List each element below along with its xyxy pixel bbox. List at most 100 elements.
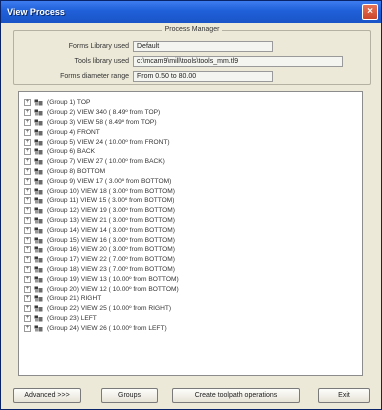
diameter-range-row: Forms diameter range From 0.50 to 80.00 [14,71,273,82]
expand-icon[interactable]: + [24,236,31,244]
tree-item[interactable]: + (Group 24) VIEW 26 ( 10.00º from LEFT) [24,323,362,333]
tree-item-label: (Group 5) VIEW 24 ( 10.00º from FRONT) [47,138,170,146]
tree-item[interactable]: + (Group 13) VIEW 21 ( 3.00º from BOTTOM) [24,216,362,226]
tree-item-label: (Group 13) VIEW 21 ( 3.00º from BOTTOM) [47,216,175,224]
expand-icon[interactable]: + [24,246,31,254]
tree-item[interactable]: + (Group 2) VIEW 340 ( 8.49º from TOP) [24,108,362,118]
tree-item[interactable]: + (Group 23) LEFT [24,314,362,324]
tree-item-label: (Group 15) VIEW 16 ( 3.00º from BOTTOM) [47,236,175,244]
tree-item-label: (Group 8) BOTTOM [47,167,106,175]
expand-icon[interactable]: + [24,207,31,215]
tree-item[interactable]: + (Group 19) VIEW 13 ( 10.00º from BOTTOM… [24,274,362,284]
expand-icon[interactable]: + [24,167,31,175]
expand-icon[interactable]: + [24,158,31,166]
tools-library-field: c:\mcam9\mill\tools\tools_mm.tl9 [133,56,343,67]
forms-library-label: Forms Library used [68,43,129,50]
tree-item[interactable]: + (Group 22) VIEW 25 ( 10.00º from RIGHT) [24,304,362,314]
tree-item[interactable]: + (Group 12) VIEW 19 ( 3.00º from BOTTOM) [24,206,362,216]
tree-item[interactable]: + (Group 9) VIEW 17 ( 3.00º from BOTTOM) [24,176,362,186]
operation-group-icon [34,256,43,263]
tree-item-label: (Group 9) VIEW 17 ( 3.00º from BOTTOM) [47,177,172,185]
tree-item-label: (Group 24) VIEW 26 ( 10.00º from LEFT) [47,324,167,332]
exit-button[interactable]: Exit [318,388,370,403]
process-manager-legend: Process Manager [14,26,370,33]
expand-icon[interactable]: + [24,138,31,146]
expand-icon[interactable]: + [24,216,31,224]
tree-item-label: (Group 12) VIEW 19 ( 3.00º from BOTTOM) [47,207,175,215]
tree-item[interactable]: + (Group 20) VIEW 12 ( 10.00º from BOTTOM… [24,284,362,294]
tree-item[interactable]: + (Group 16) VIEW 20 ( 3.00º from BOTTOM) [24,245,362,255]
tree-item-label: (Group 22) VIEW 25 ( 10.00º from RIGHT) [47,305,172,313]
operation-group-icon [34,207,43,214]
operation-group-icon [34,197,43,204]
operation-group-icon [34,246,43,253]
operation-group-icon [34,217,43,224]
group-tree[interactable]: + (Group 1) TOP + (Group 2) VIEW 340 ( 8.49… [18,91,363,376]
operation-group-icon [34,315,43,322]
tree-item[interactable]: + (Group 18) VIEW 23 ( 7.00º from BOTTOM) [24,265,362,275]
operation-group-icon [34,276,43,283]
tree-item[interactable]: + (Group 5) VIEW 24 ( 10.00º from FRONT) [24,137,362,147]
operation-group-icon [34,305,43,312]
operation-group-icon [34,99,43,106]
operation-group-icon [34,286,43,293]
advanced-button[interactable]: Advanced >>> [13,388,81,403]
expand-icon[interactable]: + [24,99,31,107]
operation-group-icon [34,119,43,126]
expand-icon[interactable]: + [24,275,31,283]
expand-icon[interactable]: + [24,177,31,185]
operation-group-icon [34,325,43,332]
title-bar[interactable]: View Process × [1,1,381,23]
tree-item[interactable]: + (Group 1) TOP [24,98,362,108]
expand-icon[interactable]: + [24,118,31,126]
operation-group-icon [34,237,43,244]
expand-icon[interactable]: + [24,148,31,156]
expand-icon[interactable]: + [24,109,31,117]
expand-icon[interactable]: + [24,187,31,195]
expand-icon[interactable]: + [24,305,31,313]
tree-item-label: (Group 11) VIEW 15 ( 3.00º from BOTTOM) [47,197,175,205]
groups-button[interactable]: Groups [101,388,158,403]
tree-item-label: (Group 14) VIEW 14 ( 3.00º from BOTTOM) [47,226,175,234]
tree-item[interactable]: + (Group 15) VIEW 16 ( 3.00º from BOTTOM) [24,235,362,245]
forms-library-row: Forms Library used Default [14,41,273,52]
tree-item-label: (Group 16) VIEW 20 ( 3.00º from BOTTOM) [47,246,175,254]
operation-group-icon [34,295,43,302]
expand-icon[interactable]: + [24,314,31,322]
operation-group-icon [34,109,43,116]
operation-group-icon [34,227,43,234]
tree-item[interactable]: + (Group 3) VIEW 58 ( 8.49º from TOP) [24,118,362,128]
tree-item-label: (Group 17) VIEW 22 ( 7.00º from BOTTOM) [47,256,175,264]
create-toolpath-button[interactable]: Create toolpath operations [172,388,300,403]
expand-icon[interactable]: + [24,197,31,205]
tree-item[interactable]: + (Group 11) VIEW 15 ( 3.00º from BOTTOM) [24,196,362,206]
tree-item[interactable]: + (Group 8) BOTTOM [24,167,362,177]
tree-item[interactable]: + (Group 14) VIEW 14 ( 3.00º from BOTTOM) [24,225,362,235]
tree-item-label: (Group 6) BACK [47,148,96,156]
expand-icon[interactable]: + [24,324,31,332]
tree-item-label: (Group 21) RIGHT [47,295,102,303]
operation-group-icon [34,266,43,273]
tree-item[interactable]: + (Group 4) FRONT [24,127,362,137]
expand-icon[interactable]: + [24,285,31,293]
tree-item-label: (Group 23) LEFT [47,314,97,322]
close-icon[interactable]: × [362,4,378,20]
tree-item[interactable]: + (Group 17) VIEW 22 ( 7.00º from BOTTOM) [24,255,362,265]
tree-item[interactable]: + (Group 6) BACK [24,147,362,157]
tree-item-label: (Group 3) VIEW 58 ( 8.49º from TOP) [47,118,157,126]
view-process-dialog: View Process × Process Manager Forms Lib… [0,0,382,410]
expand-icon[interactable]: + [24,128,31,136]
expand-icon[interactable]: + [24,256,31,264]
tree-item-label: (Group 18) VIEW 23 ( 7.00º from BOTTOM) [47,265,175,273]
tree-item-label: (Group 4) FRONT [47,128,100,136]
tree-item[interactable]: + (Group 7) VIEW 27 ( 10.00º from BACK) [24,157,362,167]
tree-item-label: (Group 2) VIEW 340 ( 8.49º from TOP) [47,109,161,117]
tree-item-label: (Group 1) TOP [47,99,91,107]
diameter-range-field: From 0.50 to 80.00 [133,71,273,82]
tree-item[interactable]: + (Group 10) VIEW 18 ( 3.00º from BOTTOM) [24,186,362,196]
tree-item-label: (Group 19) VIEW 13 ( 10.00º from BOTTOM) [47,275,179,283]
expand-icon[interactable]: + [24,265,31,273]
expand-icon[interactable]: + [24,226,31,234]
expand-icon[interactable]: + [24,295,31,303]
tree-item[interactable]: + (Group 21) RIGHT [24,294,362,304]
